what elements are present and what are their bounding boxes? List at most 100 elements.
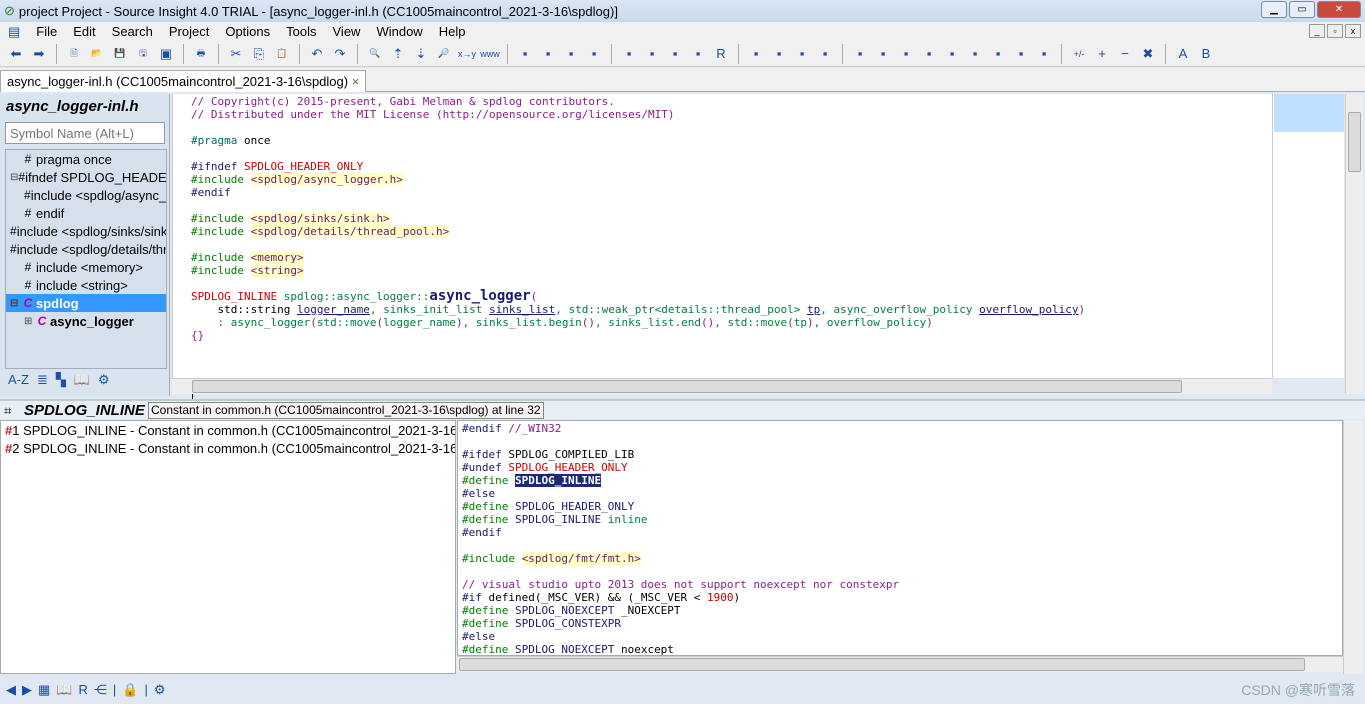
prev-bookmark-icon[interactable]: ▪ (515, 44, 535, 64)
symbol-item[interactable]: ⊟ Cspdlog (6, 294, 166, 312)
close-icon[interactable]: ✖ (1138, 44, 1158, 64)
editor-horizontal-scrollbar[interactable] (172, 378, 1272, 394)
context-horizontal-scrollbar[interactable] (457, 656, 1343, 672)
symbol-search-input[interactable] (5, 122, 165, 144)
menu-tools[interactable]: Tools (278, 24, 324, 39)
find-icon[interactable]: 🔍 (365, 44, 385, 64)
maximize-button[interactable]: ▭ (1289, 1, 1315, 18)
lock-icon[interactable]: 🔒 (122, 682, 138, 698)
settings-icon[interactable]: ⚙ (154, 682, 166, 698)
project-icon[interactable]: ▪ (850, 44, 870, 64)
relation-icon[interactable]: R (78, 682, 87, 697)
back-icon[interactable]: ⬅ (6, 44, 26, 64)
symbol-item[interactable]: # include <memory> (6, 258, 166, 276)
symbol-item[interactable]: # include <string> (6, 276, 166, 294)
mdi-minimize-button[interactable]: _ (1309, 24, 1325, 38)
outline-icon[interactable]: ▪ (896, 44, 916, 64)
context-vertical-scrollbar[interactable] (1343, 420, 1363, 674)
symbol-item[interactable]: ⊞ Casync_logger (6, 312, 166, 330)
cut-icon[interactable]: ✂ (226, 44, 246, 64)
symbol-window-icon[interactable]: ▪ (919, 44, 939, 64)
close-file-icon[interactable]: ▣ (156, 44, 176, 64)
mdi-close-button[interactable]: x (1345, 24, 1361, 38)
menu-project[interactable]: Project (161, 24, 217, 39)
query-icon[interactable]: ▪ (942, 44, 962, 64)
symbol-item[interactable]: ⊟#ifndef SPDLOG_HEADER_ONLY (6, 168, 166, 186)
context-window[interactable]: #endif //_WIN32 #ifdef SPDLOG_COMPILED_LI… (457, 420, 1343, 656)
bookmark-icon[interactable]: ▪ (584, 44, 604, 64)
book-icon[interactable]: 📖 (56, 682, 72, 698)
compare-icon[interactable]: ▪ (1034, 44, 1054, 64)
browse-web-icon[interactable]: www (480, 44, 500, 64)
paste-icon[interactable]: 📋 (272, 44, 292, 64)
B-icon[interactable]: B (1196, 44, 1216, 64)
tab-close-icon[interactable]: × (352, 74, 360, 89)
symbol-item[interactable]: # pragma once (6, 150, 166, 168)
expander-icon[interactable]: ⊟ (10, 298, 20, 309)
window-stack-icon[interactable]: ▪ (792, 44, 812, 64)
editor-vertical-scrollbar[interactable] (1345, 94, 1363, 394)
symbol-item[interactable]: #include <spdlog/sinks/sink.h> (6, 222, 166, 240)
book-icon[interactable]: ▪ (665, 44, 685, 64)
doc-menu-icon[interactable]: ▤ (0, 24, 28, 40)
expander-icon[interactable]: ⊟ (10, 172, 18, 183)
minimap[interactable] (1272, 94, 1344, 378)
context-code[interactable]: #endif //_WIN32 #ifdef SPDLOG_COMPILED_LI… (462, 422, 899, 655)
list-view-icon[interactable]: ≣ (37, 372, 48, 388)
forward-icon[interactable]: ➡ (29, 44, 49, 64)
open-icon[interactable]: 📂 (87, 44, 107, 64)
menu-help[interactable]: Help (431, 24, 474, 39)
jump-icon[interactable]: ▪ (561, 44, 581, 64)
increase-font-icon[interactable]: +/- (1069, 44, 1089, 64)
symbol-info-icon[interactable]: ▪ (619, 44, 639, 64)
back-icon[interactable]: ◀ (6, 682, 16, 698)
find-next-icon[interactable]: ⇣ (411, 44, 431, 64)
menu-options[interactable]: Options (217, 24, 278, 39)
project-icon[interactable]: ▦ (38, 682, 50, 698)
bird-icon[interactable]: ▪ (1011, 44, 1031, 64)
book-icon[interactable]: 📖 (74, 372, 90, 388)
code-editor[interactable]: // Copyright(c) 2015-present, Gabi Melma… (172, 94, 1272, 405)
browse-icon[interactable]: ▪ (965, 44, 985, 64)
minimize-button[interactable]: ▁ (1261, 1, 1287, 18)
R-icon[interactable]: R (711, 44, 731, 64)
print-icon[interactable]: 🖶 (191, 44, 211, 64)
symbol-item[interactable]: # endif (6, 204, 166, 222)
undo-icon[interactable]: ↶ (307, 44, 327, 64)
window-tile-icon[interactable]: ▪ (746, 44, 766, 64)
new-file-icon[interactable]: 🗎 (64, 44, 84, 64)
expander-icon[interactable]: ⊞ (24, 316, 34, 327)
next-bookmark-icon[interactable]: ▪ (538, 44, 558, 64)
forward-icon[interactable]: ▶ (22, 682, 32, 698)
window-cascade-icon[interactable]: ▪ (815, 44, 835, 64)
category-icon[interactable]: ▚ (56, 372, 66, 388)
A-icon[interactable]: A (1173, 44, 1193, 64)
find-prev-icon[interactable]: ⇡ (388, 44, 408, 64)
search-files-icon[interactable]: 🔎 (434, 44, 454, 64)
menu-view[interactable]: View (325, 24, 369, 39)
save-all-icon[interactable]: 🖫 (133, 44, 153, 64)
replace-icon[interactable]: x→y (457, 44, 477, 64)
sync-icon[interactable]: ▪ (988, 44, 1008, 64)
reference-item[interactable]: #2 SPDLOG_INLINE - Constant in common.h … (1, 439, 455, 457)
reference-item[interactable]: #1 SPDLOG_INLINE - Constant in common.h … (1, 421, 455, 439)
menu-edit[interactable]: Edit (65, 24, 103, 39)
save-icon[interactable]: 💾 (110, 44, 130, 64)
copy-icon[interactable]: ⎘ (249, 44, 269, 64)
code-text[interactable]: // Copyright(c) 2015-present, Gabi Melma… (191, 95, 1085, 342)
settings-icon[interactable]: ⚙ (98, 372, 110, 388)
remove-icon[interactable]: − (1115, 44, 1135, 64)
symbol-item[interactable]: #include <spdlog/async_logger.h> (6, 186, 166, 204)
menu-search[interactable]: Search (104, 24, 161, 39)
tab-async-logger-inl[interactable]: async_logger-inl.h (CC1005maincontrol_20… (0, 70, 367, 92)
menu-window[interactable]: Window (368, 24, 430, 39)
window-split-icon[interactable]: ▪ (769, 44, 789, 64)
help-icon[interactable]: ▪ (642, 44, 662, 64)
add-icon[interactable]: + (1092, 44, 1112, 64)
context-icon[interactable]: ▪ (873, 44, 893, 64)
sort-az-icon[interactable]: A-Z (8, 372, 29, 388)
outline-icon[interactable]: ⋲ (94, 682, 107, 698)
symbol-item[interactable]: #include <spdlog/details/thread_pool.h> (6, 240, 166, 258)
redo-icon[interactable]: ↷ (330, 44, 350, 64)
relation-icon[interactable]: ▪ (688, 44, 708, 64)
